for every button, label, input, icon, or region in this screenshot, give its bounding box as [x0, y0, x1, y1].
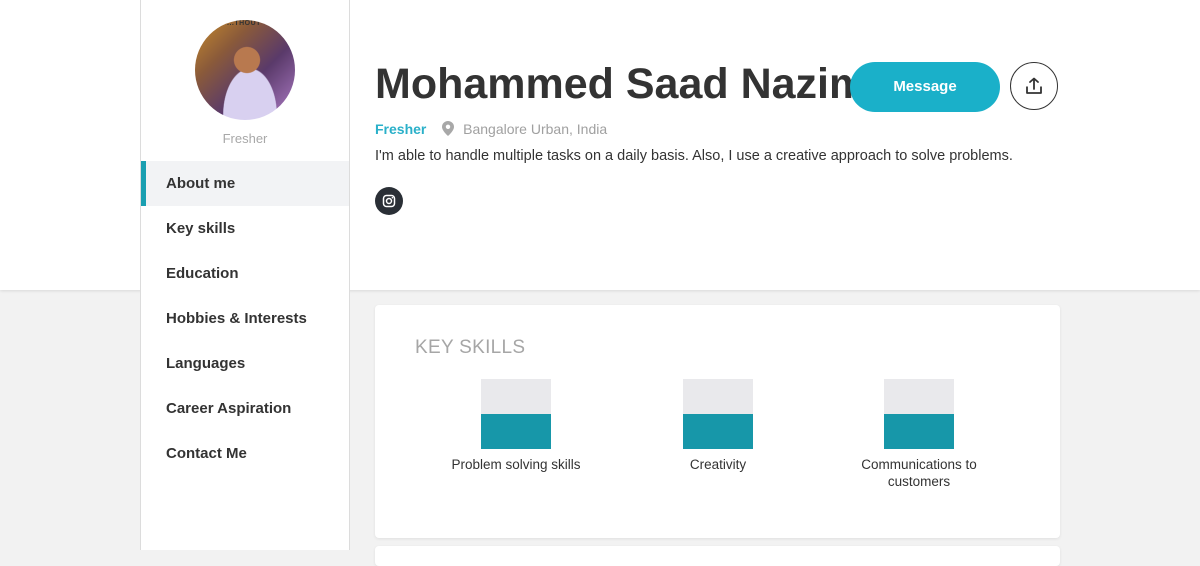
skill-label: Problem solving skills: [451, 457, 581, 472]
avatar: ...THOUT: [195, 20, 295, 120]
skill-meter: [884, 379, 954, 449]
skill-meter: [481, 379, 551, 449]
skill-meter-fill: [481, 414, 551, 449]
location-pin-icon: [442, 121, 455, 136]
sidebar-nav: About me Key skills Education Hobbies & …: [141, 161, 349, 476]
sidebar-item-career-aspiration[interactable]: Career Aspiration: [141, 386, 349, 431]
profile-level: Fresher: [222, 131, 268, 146]
instagram-icon: [382, 194, 396, 208]
location-text: Bangalore Urban, India: [463, 121, 608, 137]
status-tag: Fresher: [375, 121, 427, 137]
key-skills-title: KEY SKILLS: [415, 337, 526, 358]
sidebar-item-education[interactable]: Education: [141, 251, 349, 296]
skill-meter-fill: [683, 414, 753, 449]
sidebar-item-hobbies-interests[interactable]: Hobbies & Interests: [141, 296, 349, 341]
skill-label: Communications to customers: [861, 457, 977, 489]
sidebar-item-key-skills[interactable]: Key skills: [141, 206, 349, 251]
key-skills-card: KEY SKILLS Problem solving skills Creati…: [375, 305, 1060, 538]
profile-name: Mohammed Saad Nazim: [375, 60, 868, 108]
avatar-banner-text: ...THOUT: [227, 20, 261, 27]
skill-meter-fill: [884, 414, 954, 449]
instagram-link[interactable]: [375, 187, 403, 215]
next-section-card: [375, 546, 1060, 566]
sidebar-item-languages[interactable]: Languages: [141, 341, 349, 386]
sidebar-item-contact-me[interactable]: Contact Me: [141, 431, 349, 476]
skill-item: Problem solving skills: [436, 379, 596, 473]
share-icon: [1026, 77, 1042, 94]
skill-item: Communications to customers: [839, 379, 999, 490]
share-button[interactable]: [1010, 62, 1058, 110]
profile-meta: Fresher Bangalore Urban, India: [375, 121, 607, 137]
sidebar-item-about-me[interactable]: About me: [141, 161, 349, 206]
skill-item: Creativity: [638, 379, 798, 473]
skill-label: Creativity: [689, 457, 747, 472]
skill-meter: [683, 379, 753, 449]
profile-bio: I'm able to handle multiple tasks on a d…: [375, 148, 1013, 164]
sidebar: ...THOUT Fresher About me Key skills Edu…: [140, 0, 350, 550]
message-button[interactable]: Message: [850, 62, 1000, 112]
